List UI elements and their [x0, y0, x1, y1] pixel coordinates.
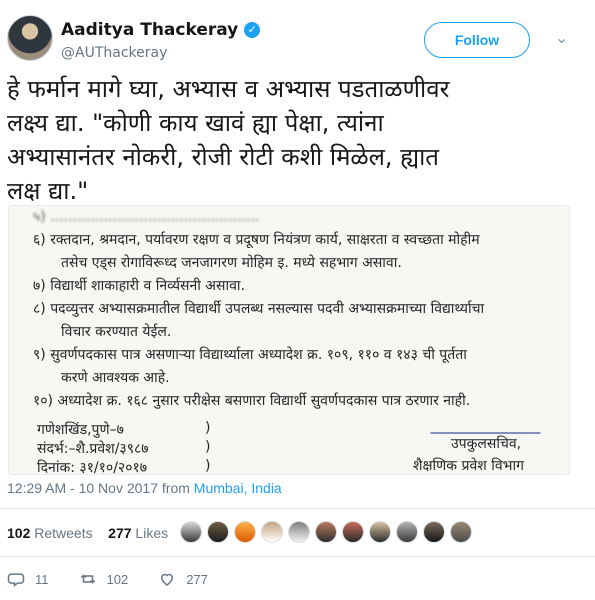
divider — [0, 508, 595, 509]
reply-action[interactable]: 11 — [7, 570, 49, 588]
document-signatory-title: उपकुलसचिव, — [451, 436, 522, 452]
tweet-text: हे फर्मान मागे घ्या, अभ्यास व अभ्यास पडत… — [7, 72, 582, 208]
retweets-label: Retweets — [34, 525, 93, 541]
name-row: Aaditya Thackeray ✓ — [61, 20, 261, 40]
liker-avatar[interactable] — [315, 521, 337, 543]
document-line: ६) रक्तदान, श्रमदान, पर्यावरण रक्षण व प्… — [33, 232, 480, 248]
liker-avatar[interactable] — [207, 521, 229, 543]
retweet-action[interactable]: 102 — [79, 570, 129, 588]
avatar[interactable] — [7, 15, 53, 61]
retweets-stat[interactable]: 102 Retweets — [7, 525, 93, 541]
tweet-header: Aaditya Thackeray ✓ @AUThackeray Follow … — [0, 0, 595, 70]
liker-avatar[interactable] — [234, 521, 256, 543]
liker-avatar[interactable] — [288, 521, 310, 543]
retweet-count: 102 — [106, 571, 129, 587]
document-line: ७) विद्यार्थी शाकाहारी व निर्व्यसनी असाव… — [33, 278, 245, 294]
document-paren: ) — [205, 458, 211, 474]
document-place: गणेशखिंड,पुणे–७ — [37, 422, 124, 438]
reply-icon — [7, 573, 25, 587]
tweet-actions: 11 102 277 — [7, 570, 238, 588]
like-action[interactable]: 277 — [158, 570, 208, 588]
retweets-count: 102 — [7, 525, 31, 541]
document-signatory-dept: शैक्षणिक प्रवेश विभाग — [413, 458, 524, 474]
signature — [430, 404, 550, 434]
document-line: तसेच एड्स रोगाविरूध्द जनजागरण मोहिम इ. म… — [61, 255, 402, 271]
likes-count: 277 — [108, 525, 132, 541]
like-icon — [161, 573, 174, 586]
document-line: ८) पदव्युत्तर अभ्यासक्रमातील विद्यार्थी … — [33, 301, 485, 317]
retweet-icon — [80, 574, 95, 584]
tweet-text-line: लक्ष द्या." — [7, 177, 89, 205]
follow-button[interactable]: Follow — [424, 22, 530, 58]
tweet-text-line: लक्ष्य द्या. "कोणी काय खावं ह्या पेक्षा,… — [7, 109, 384, 137]
likes-label: Likes — [135, 525, 169, 541]
like-count: 277 — [186, 571, 208, 587]
verified-badge-icon: ✓ — [244, 22, 261, 38]
document-paren: ) — [205, 439, 211, 455]
liker-avatar[interactable] — [180, 521, 202, 543]
document-line: १०) अध्यादेश क्र. १६८ नुसार परीक्षेस बसण… — [33, 393, 471, 409]
attached-document-image[interactable]: ५) .....................................… — [8, 205, 570, 475]
liker-avatar[interactable] — [342, 521, 364, 543]
liker-avatar[interactable] — [261, 521, 283, 543]
divider — [0, 556, 595, 557]
document-line: करणे आवश्यक आहे. — [61, 370, 170, 386]
location-link[interactable]: Mumbai, India — [194, 480, 282, 496]
from-label: from — [161, 480, 190, 496]
engagement-stats: 102 Retweets 277 Likes — [7, 525, 168, 541]
document-paren: ) — [205, 420, 211, 436]
tweet-text-line: हे फर्मान मागे घ्या, अभ्यास व अभ्यास पडत… — [7, 75, 450, 103]
liker-avatar[interactable] — [369, 521, 391, 543]
timestamp[interactable]: 12:29 AM - 10 Nov 2017 — [7, 480, 158, 496]
display-name[interactable]: Aaditya Thackeray — [61, 20, 238, 40]
document-line: ९) सुवर्णपदकास पात्र असणाऱ्या विद्यार्थ्… — [33, 347, 467, 363]
document-line: विचार करण्यात येईल. — [61, 324, 172, 340]
liker-avatar[interactable] — [423, 521, 445, 543]
tweet-metadata: 12:29 AM - 10 Nov 2017 from Mumbai, Indi… — [7, 480, 282, 496]
likes-stat[interactable]: 277 Likes — [108, 525, 168, 541]
document-blurred-line: ५) .....................................… — [33, 209, 260, 225]
document-date: दिनांक: ३१/१०/२०१७ — [37, 460, 148, 475]
liker-avatars — [180, 521, 472, 543]
user-handle[interactable]: @AUThackeray — [61, 45, 167, 61]
chevron-down-icon[interactable]: ⌄ — [555, 28, 571, 47]
liker-avatar[interactable] — [450, 521, 472, 543]
tweet-text-line: अभ्यासानंतर नोकरी, रोजी रोटी कशी मिळेल, … — [7, 143, 439, 171]
liker-avatar[interactable] — [396, 521, 418, 543]
document-reference: संदर्भ:–शै.प्रवेश/३९८७ — [37, 441, 149, 457]
reply-count: 11 — [35, 571, 49, 587]
